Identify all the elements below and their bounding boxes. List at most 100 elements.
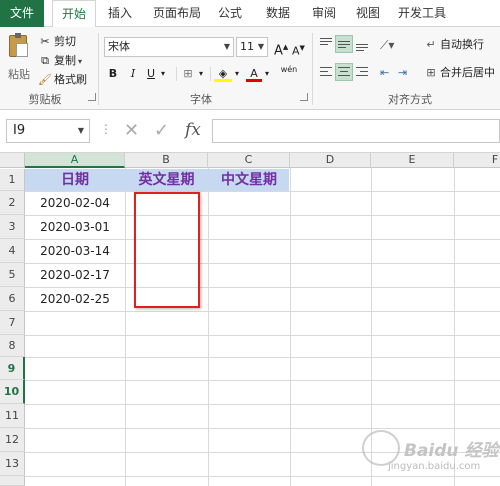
font-group-label: 字体	[190, 93, 212, 106]
row-header[interactable]: 2	[0, 191, 25, 215]
clipboard-launcher-icon[interactable]	[88, 93, 96, 101]
orientation-icon[interactable]: ⟋▾	[380, 36, 394, 54]
row-header[interactable]: 3	[0, 215, 25, 239]
name-box[interactable]: I9 ▼	[6, 119, 90, 143]
paste-label: 粘贴	[8, 68, 30, 81]
font-color-dropdown-icon[interactable]: ▾	[262, 65, 272, 83]
format-painter-label: 格式刷	[54, 73, 87, 86]
font-color-button[interactable]: A	[246, 65, 262, 82]
shrink-font-label: A	[292, 44, 300, 58]
row-header[interactable]: 10	[0, 380, 25, 404]
column-header-a[interactable]: A	[25, 153, 125, 168]
select-all-corner[interactable]	[0, 153, 25, 168]
paste-sheet-icon	[16, 43, 28, 57]
cell-a6[interactable]: 2020-02-25	[25, 287, 125, 311]
grow-font-button[interactable]: A▲	[274, 38, 289, 59]
chevron-down-icon: ▼	[257, 42, 264, 51]
phonetic-label: wén	[280, 65, 298, 74]
row-header[interactable]	[0, 476, 25, 486]
copy-dropdown-icon[interactable]: ▾	[78, 57, 82, 66]
row-header[interactable]: 13	[0, 452, 25, 476]
watermark-url: jingyan.baidu.com	[388, 461, 481, 472]
formula-input[interactable]	[212, 119, 500, 143]
column-header-b[interactable]: B	[125, 153, 208, 168]
row-header[interactable]: 11	[0, 404, 25, 428]
cell-a1[interactable]: 日期	[25, 169, 125, 191]
tab-file[interactable]: 文件	[0, 0, 44, 27]
watermark-brand: Baidu 经验	[404, 441, 499, 461]
align-center-icon[interactable]	[335, 63, 353, 81]
alignment-group-label: 对齐方式	[388, 93, 432, 106]
borders-dropdown-icon[interactable]: ▾	[196, 65, 206, 83]
row-header[interactable]: 8	[0, 335, 25, 357]
cell-a3[interactable]: 2020-03-01	[25, 215, 125, 239]
column-header-e[interactable]: E	[371, 153, 454, 168]
font-size-select[interactable]: 11 ▼	[236, 37, 268, 57]
tab-review[interactable]: 审阅	[308, 0, 340, 27]
row-header[interactable]: 6	[0, 287, 25, 311]
top-align-icon[interactable]	[318, 36, 334, 52]
wrap-text-button[interactable]: ↵ 自动换行	[424, 36, 484, 54]
row-header[interactable]: 12	[0, 428, 25, 452]
tab-data[interactable]: 数据	[262, 0, 294, 27]
align-left-icon[interactable]	[318, 64, 334, 80]
gridline	[25, 380, 500, 381]
tab-home[interactable]: 开始	[52, 0, 96, 28]
insert-function-button[interactable]: fx	[185, 120, 201, 140]
confirm-icon[interactable]: ✓	[154, 121, 169, 141]
chevron-down-icon: ▼	[223, 42, 230, 51]
borders-icon[interactable]: ⊞	[180, 65, 196, 83]
cell-a2[interactable]: 2020-02-04	[25, 191, 125, 215]
cut-label: 剪切	[54, 35, 76, 48]
row-header[interactable]: 1	[0, 169, 25, 191]
decrease-indent-icon[interactable]: ⇤	[380, 64, 389, 82]
row-header[interactable]: 4	[0, 239, 25, 263]
formula-bar-grip-icon: ⋮	[100, 122, 112, 136]
column-header-f[interactable]: F	[454, 153, 500, 168]
paste-button[interactable]: 粘贴	[6, 33, 32, 85]
name-box-value: I9	[13, 123, 26, 138]
middle-align-icon[interactable]	[335, 35, 353, 53]
separator	[176, 67, 177, 81]
ribbon-tab-bar: 文件 开始 插入 页面布局 公式 数据 审阅 视图 开发工具	[0, 0, 500, 28]
wrap-text-label: 自动换行	[440, 38, 484, 51]
cell-c1[interactable]: 中文星期	[208, 169, 290, 191]
format-painter-button[interactable]: 🖌 格式刷	[38, 71, 87, 89]
increase-indent-icon[interactable]: ⇥	[398, 64, 407, 82]
font-name-select[interactable]: 宋体 ▼	[104, 37, 234, 57]
cell-a4[interactable]: 2020-03-14	[25, 239, 125, 263]
gridline	[25, 311, 500, 312]
cut-button[interactable]: ✂ 剪切	[38, 33, 76, 51]
cell-b1[interactable]: 英文星期	[125, 169, 208, 191]
italic-button[interactable]: I	[126, 65, 140, 83]
phonetic-guide-button[interactable]: wén	[278, 65, 300, 83]
watermark: Baidu 经验 jingyan.baidu.com	[358, 428, 500, 484]
tab-insert[interactable]: 插入	[102, 0, 138, 27]
cell-a5[interactable]: 2020-02-17	[25, 263, 125, 287]
underline-button[interactable]: U	[144, 65, 158, 83]
fill-color-dropdown-icon[interactable]: ▾	[232, 65, 242, 83]
bold-button[interactable]: B	[106, 65, 120, 83]
fill-color-icon[interactable]: ◈	[214, 65, 232, 82]
grow-font-label: A	[274, 43, 283, 59]
merge-center-button[interactable]: ⊞ 合并后居中	[424, 64, 495, 82]
row-header[interactable]: 9	[0, 357, 25, 380]
shrink-font-button[interactable]: A▼	[292, 39, 305, 58]
column-header-d[interactable]: D	[290, 153, 371, 168]
separator	[210, 67, 211, 81]
gridline	[25, 404, 500, 405]
cancel-icon[interactable]: ✕	[124, 121, 139, 141]
tab-view[interactable]: 视图	[352, 0, 384, 27]
underline-dropdown-icon[interactable]: ▾	[158, 65, 168, 83]
row-header[interactable]: 7	[0, 311, 25, 335]
column-header-c[interactable]: C	[208, 153, 290, 168]
grow-font-icon: ▲	[282, 43, 289, 51]
tab-developer[interactable]: 开发工具	[396, 0, 448, 27]
bottom-align-icon[interactable]	[354, 36, 370, 52]
copy-button[interactable]: ⧉ 复制 ▾	[38, 52, 82, 70]
row-header[interactable]: 5	[0, 263, 25, 287]
font-launcher-icon[interactable]	[300, 93, 308, 101]
tab-formulas[interactable]: 公式	[214, 0, 246, 27]
tab-page-layout[interactable]: 页面布局	[148, 0, 206, 27]
align-right-icon[interactable]	[354, 64, 370, 80]
